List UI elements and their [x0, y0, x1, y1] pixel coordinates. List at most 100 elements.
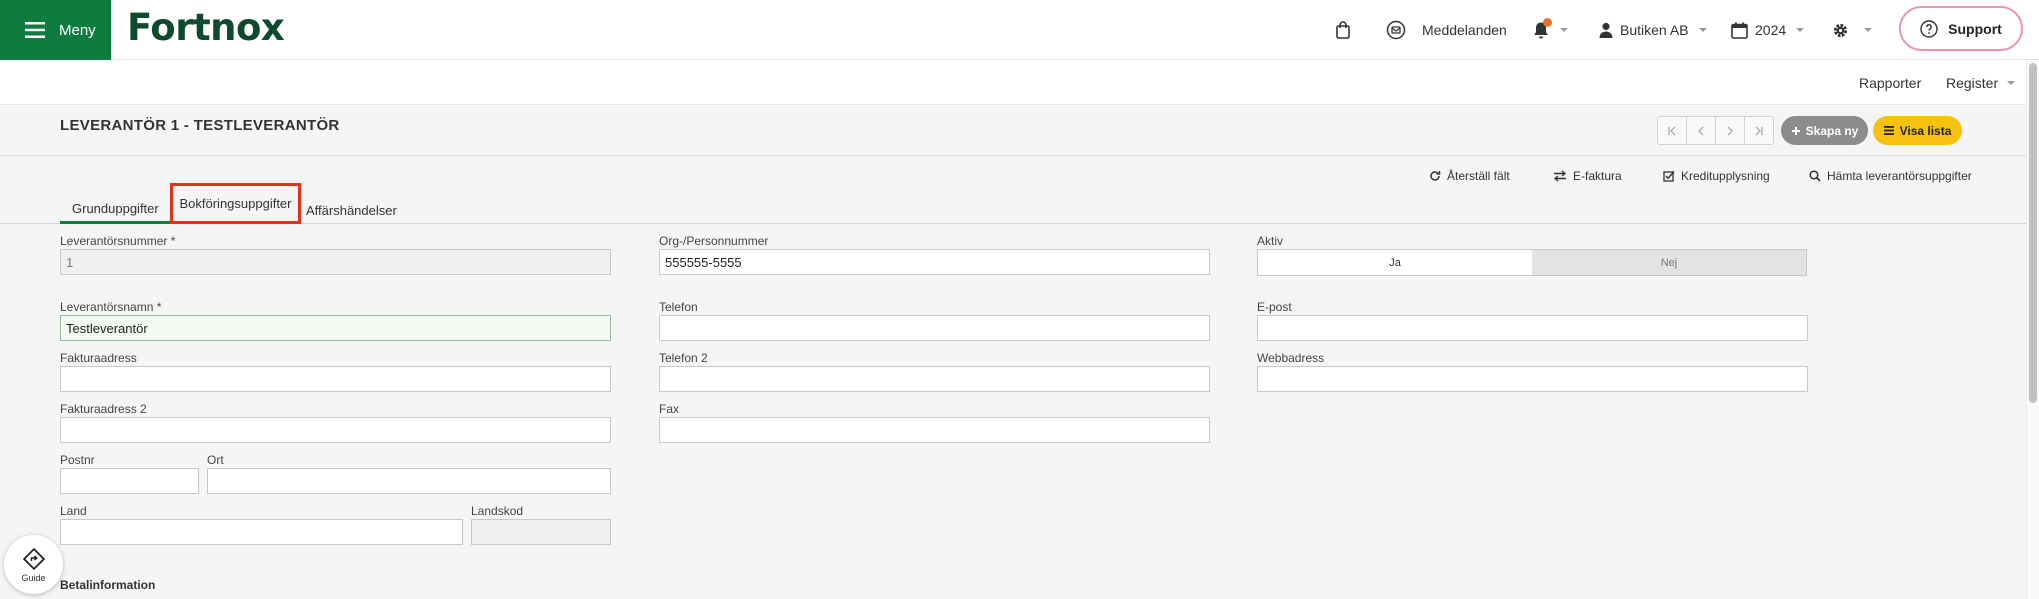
email-label: E-post	[1257, 300, 1292, 314]
refresh-icon	[1429, 170, 1441, 182]
page-title: LEVERANTÖR 1 - TESTLEVERANTÖR	[60, 117, 340, 134]
reset-fields-label: Återställ fält	[1447, 169, 1510, 183]
credit-check-label: Kreditupplysning	[1681, 169, 1770, 183]
settings-button[interactable]	[1832, 0, 1872, 60]
postal-code-field[interactable]	[60, 468, 199, 494]
shopping-bag-icon	[1334, 21, 1352, 39]
register-label: Register	[1946, 75, 1999, 91]
supplier-number-label: Leverantörsnummer *	[60, 234, 176, 248]
tab-transactions-label: Affärshändelser	[306, 202, 397, 218]
e-invoice-button[interactable]: E-faktura	[1553, 166, 1622, 186]
reports-label: Rapporter	[1859, 75, 1922, 91]
create-new-button[interactable]: Skapa ny	[1781, 116, 1868, 145]
year-label: 2024	[1755, 22, 1787, 38]
calendar-icon	[1731, 22, 1748, 39]
org-number-label: Org-/Personnummer	[659, 234, 769, 248]
shopping-bag-button[interactable]	[1334, 0, 1352, 60]
first-page-icon	[1667, 126, 1677, 136]
country-field[interactable]	[60, 519, 463, 545]
website-field[interactable]	[1257, 366, 1808, 392]
hamburger-icon	[25, 22, 45, 38]
phone-field[interactable]	[659, 315, 1210, 341]
invoice-address-label: Fakturaadress	[60, 351, 137, 365]
sub-bar	[0, 61, 2026, 105]
supplier-number-field[interactable]: 1	[60, 249, 611, 275]
menu-button[interactable]: Meny	[0, 0, 111, 60]
city-label: Ort	[207, 453, 224, 467]
chevron-down-icon	[1796, 28, 1805, 32]
chevron-right-icon	[1725, 126, 1735, 136]
reset-fields-button[interactable]: Återställ fält	[1429, 166, 1510, 186]
active-no-option[interactable]: Nej	[1532, 250, 1806, 275]
tab-accounting-info-label: Bokföringsuppgifter	[179, 196, 292, 211]
register-menu[interactable]: Register	[1946, 61, 2016, 105]
show-list-label: Visa lista	[1899, 123, 1952, 138]
reports-menu[interactable]: Rapporter	[1859, 61, 1921, 105]
payment-info-heading: Betalinformation	[60, 578, 156, 592]
search-icon	[1809, 170, 1821, 182]
menu-label: Meny	[59, 21, 96, 39]
chevron-down-icon	[1698, 28, 1707, 32]
tab-basic-info[interactable]: Grunduppgifter	[60, 196, 171, 224]
fetch-supplier-button[interactable]: Hämta leverantörsuppgifter	[1809, 166, 1972, 186]
notifications-button[interactable]	[1532, 0, 1568, 60]
show-list-button[interactable]: Visa lista	[1873, 116, 1962, 145]
tab-basic-info-label: Grunduppgifter	[72, 201, 159, 216]
support-label: Support	[1948, 20, 2002, 37]
website-label: Webbadress	[1257, 351, 1325, 365]
phone2-label: Telefon 2	[659, 351, 708, 365]
e-invoice-label: E-faktura	[1573, 169, 1622, 183]
tab-accounting-info[interactable]: Bokföringsuppgifter	[170, 183, 301, 224]
invoice-address-field[interactable]	[60, 366, 611, 392]
list-icon	[1883, 126, 1894, 135]
first-record-button[interactable]	[1657, 116, 1687, 145]
fax-field[interactable]	[659, 417, 1210, 443]
record-navigation	[1657, 116, 1774, 145]
active-label: Aktiv	[1257, 234, 1284, 248]
last-record-button[interactable]	[1744, 116, 1774, 145]
country-code-label: Landskod	[471, 504, 524, 518]
last-page-icon	[1754, 126, 1764, 136]
supplier-name-label: Leverantörsnamn *	[60, 300, 162, 314]
supplier-name-field[interactable]: Testleverantör	[60, 315, 611, 341]
user-icon	[1599, 22, 1613, 38]
company-label: Butiken AB	[1620, 22, 1689, 38]
guide-label: Guide	[21, 572, 46, 583]
credit-check-button[interactable]: Kreditupplysning	[1663, 166, 1770, 186]
scrollbar-thumb[interactable]	[2029, 63, 2037, 403]
guide-icon	[22, 547, 46, 571]
country-label: Land	[60, 504, 87, 518]
messages-button[interactable]: Meddelanden	[1386, 0, 1507, 60]
chevron-down-icon	[1864, 28, 1872, 32]
chevron-down-icon	[2007, 81, 2016, 85]
create-new-label: Skapa ny	[1805, 123, 1859, 138]
active-toggle: Ja Nej	[1257, 249, 1807, 276]
tab-transactions[interactable]: Affärshändelser	[306, 196, 397, 224]
messages-label: Meddelanden	[1422, 22, 1507, 38]
country-code-field[interactable]	[471, 519, 611, 545]
previous-record-button[interactable]	[1686, 116, 1716, 145]
chevron-left-icon	[1696, 126, 1706, 136]
phone-label: Telefon	[659, 300, 698, 314]
fetch-supplier-label: Hämta leverantörsuppgifter	[1827, 169, 1972, 183]
divider	[0, 155, 2026, 156]
org-number-field[interactable]: 555555-5555	[659, 249, 1210, 275]
tab-underline	[0, 223, 2026, 224]
active-yes-option[interactable]: Ja	[1258, 250, 1532, 275]
year-selector[interactable]: 2024	[1731, 0, 1805, 60]
next-record-button[interactable]	[1715, 116, 1745, 145]
invoice-address2-field[interactable]	[60, 417, 611, 443]
messages-icon	[1386, 20, 1406, 40]
city-field[interactable]	[207, 468, 611, 494]
email-field[interactable]	[1257, 315, 1808, 341]
company-selector[interactable]: Butiken AB	[1599, 0, 1707, 60]
plus-icon	[1791, 126, 1801, 136]
notification-badge	[1543, 18, 1552, 27]
gear-icon	[1832, 22, 1849, 39]
support-button[interactable]: Support	[1899, 6, 2023, 51]
postal-code-label: Postnr	[60, 453, 95, 467]
phone2-field[interactable]	[659, 366, 1210, 392]
invoice-address2-label: Fakturaadress 2	[60, 402, 147, 416]
guide-button[interactable]: Guide	[4, 535, 63, 594]
fortnox-logo[interactable]: Fortnox	[127, 6, 285, 49]
